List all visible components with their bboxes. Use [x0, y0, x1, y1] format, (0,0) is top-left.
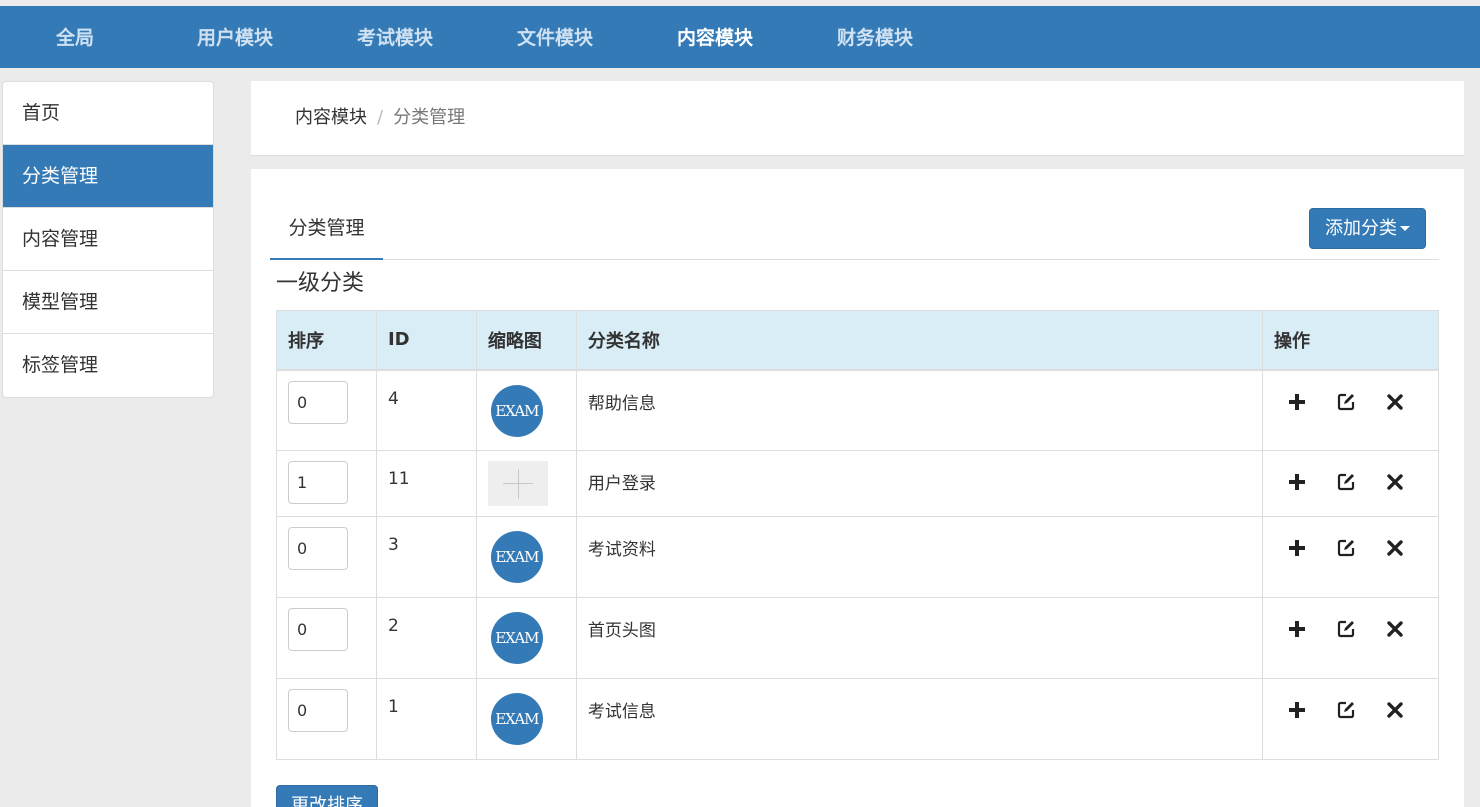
category-table: 排序 ID 缩略图 分类名称 操作 4 EXAM 帮助信息 — [276, 310, 1439, 760]
row-id: 2 — [375, 597, 477, 679]
row-actions — [1274, 381, 1427, 414]
breadcrumb-panel: 内容模块 / 分类管理 — [251, 81, 1464, 156]
tab-bar: 分类管理 — [270, 207, 1439, 260]
section-title: 一级分类 — [276, 271, 365, 296]
top-nav-user-module[interactable]: 用户模块 — [180, 6, 290, 68]
breadcrumb-separator: / — [377, 107, 384, 128]
edit-icon[interactable] — [1334, 470, 1358, 494]
row-actions — [1274, 608, 1427, 641]
row-actions — [1274, 689, 1427, 722]
top-nav-finance-module[interactable]: 财务模块 — [820, 6, 930, 68]
table-row: 2 EXAM 首页头图 — [276, 597, 1439, 679]
close-icon[interactable] — [1383, 698, 1407, 722]
caret-down-icon — [1400, 226, 1410, 231]
sidebar-item-tag-management[interactable]: 标签管理 — [3, 334, 213, 397]
sidebar-item-content-management[interactable]: 内容管理 — [3, 208, 213, 271]
row-category-name: 首页头图 — [575, 597, 1264, 679]
row-category-name: 考试信息 — [575, 678, 1264, 760]
sidebar-item-category-management[interactable]: 分类管理 — [3, 145, 213, 208]
header-sort: 排序 — [276, 310, 377, 371]
sidebar-item-model-management[interactable]: 模型管理 — [3, 271, 213, 334]
header-thumbnail: 缩略图 — [475, 310, 577, 371]
close-icon[interactable] — [1383, 390, 1407, 414]
row-category-name: 用户登录 — [575, 450, 1264, 517]
edit-icon[interactable] — [1334, 390, 1358, 414]
row-id: 4 — [375, 369, 477, 451]
breadcrumb: 内容模块 / 分类管理 — [295, 81, 465, 156]
sort-input[interactable] — [288, 608, 348, 651]
edit-icon[interactable] — [1334, 698, 1358, 722]
empty-thumbnail-placeholder — [487, 461, 548, 506]
breadcrumb-parent-link[interactable]: 内容模块 — [295, 107, 367, 128]
row-category-name: 帮助信息 — [575, 369, 1264, 451]
top-nav-global[interactable]: 全局 — [33, 6, 117, 68]
edit-icon[interactable] — [1334, 536, 1358, 560]
row-category-name: 考试资料 — [575, 516, 1264, 598]
plus-icon[interactable] — [1285, 698, 1309, 722]
plus-icon[interactable] — [1285, 536, 1309, 560]
table-row: 3 EXAM 考试资料 — [276, 516, 1439, 598]
add-category-button-label: 添加分类 — [1325, 218, 1397, 239]
close-icon[interactable] — [1383, 470, 1407, 494]
thumbnail-image: EXAM — [490, 531, 543, 583]
update-sort-button[interactable]: 更改排序 — [276, 785, 378, 807]
close-icon[interactable] — [1383, 536, 1407, 560]
header-actions: 操作 — [1262, 310, 1439, 371]
edit-icon[interactable] — [1334, 617, 1358, 641]
header-category-name: 分类名称 — [575, 310, 1264, 371]
close-icon[interactable] — [1383, 617, 1407, 641]
breadcrumb-current: 分类管理 — [393, 107, 466, 128]
table-row: 1 EXAM 考试信息 — [276, 678, 1439, 760]
row-actions — [1274, 527, 1427, 560]
thumbnail-image: EXAM — [490, 384, 543, 437]
row-id: 1 — [375, 678, 477, 760]
tab-category-management[interactable]: 分类管理 — [270, 207, 383, 260]
plus-icon[interactable] — [1285, 390, 1309, 414]
sidebar-item-home[interactable]: 首页 — [3, 82, 213, 145]
plus-icon[interactable] — [1285, 470, 1309, 494]
row-actions — [1274, 461, 1427, 494]
row-id: 3 — [375, 516, 477, 598]
top-nav-file-module[interactable]: 文件模块 — [500, 6, 610, 68]
thumbnail-image: EXAM — [490, 612, 543, 664]
sidebar: 首页 分类管理 内容管理 模型管理 标签管理 — [2, 81, 214, 398]
sort-input[interactable] — [288, 689, 348, 732]
sort-input[interactable] — [288, 380, 348, 424]
main-panel: 分类管理 添加分类 一级分类 排序 ID 缩略图 分类名称 操作 4 EXAM … — [251, 169, 1464, 807]
sort-input[interactable] — [288, 461, 348, 504]
row-id: 11 — [375, 450, 477, 517]
sort-input[interactable] — [288, 527, 348, 570]
thumbnail-image: EXAM — [490, 693, 543, 745]
top-nav-bar: 全局 用户模块 考试模块 文件模块 内容模块 财务模块 — [0, 6, 1480, 68]
top-nav-exam-module[interactable]: 考试模块 — [340, 6, 450, 68]
table-row: 4 EXAM 帮助信息 — [276, 369, 1439, 451]
table-row: 11 用户登录 — [276, 450, 1439, 517]
top-nav-content-module[interactable]: 内容模块 — [660, 6, 770, 68]
header-id: ID — [375, 310, 477, 371]
add-category-button[interactable]: 添加分类 — [1309, 208, 1426, 249]
plus-icon[interactable] — [1285, 617, 1309, 641]
table-header-row: 排序 ID 缩略图 分类名称 操作 — [276, 310, 1439, 371]
